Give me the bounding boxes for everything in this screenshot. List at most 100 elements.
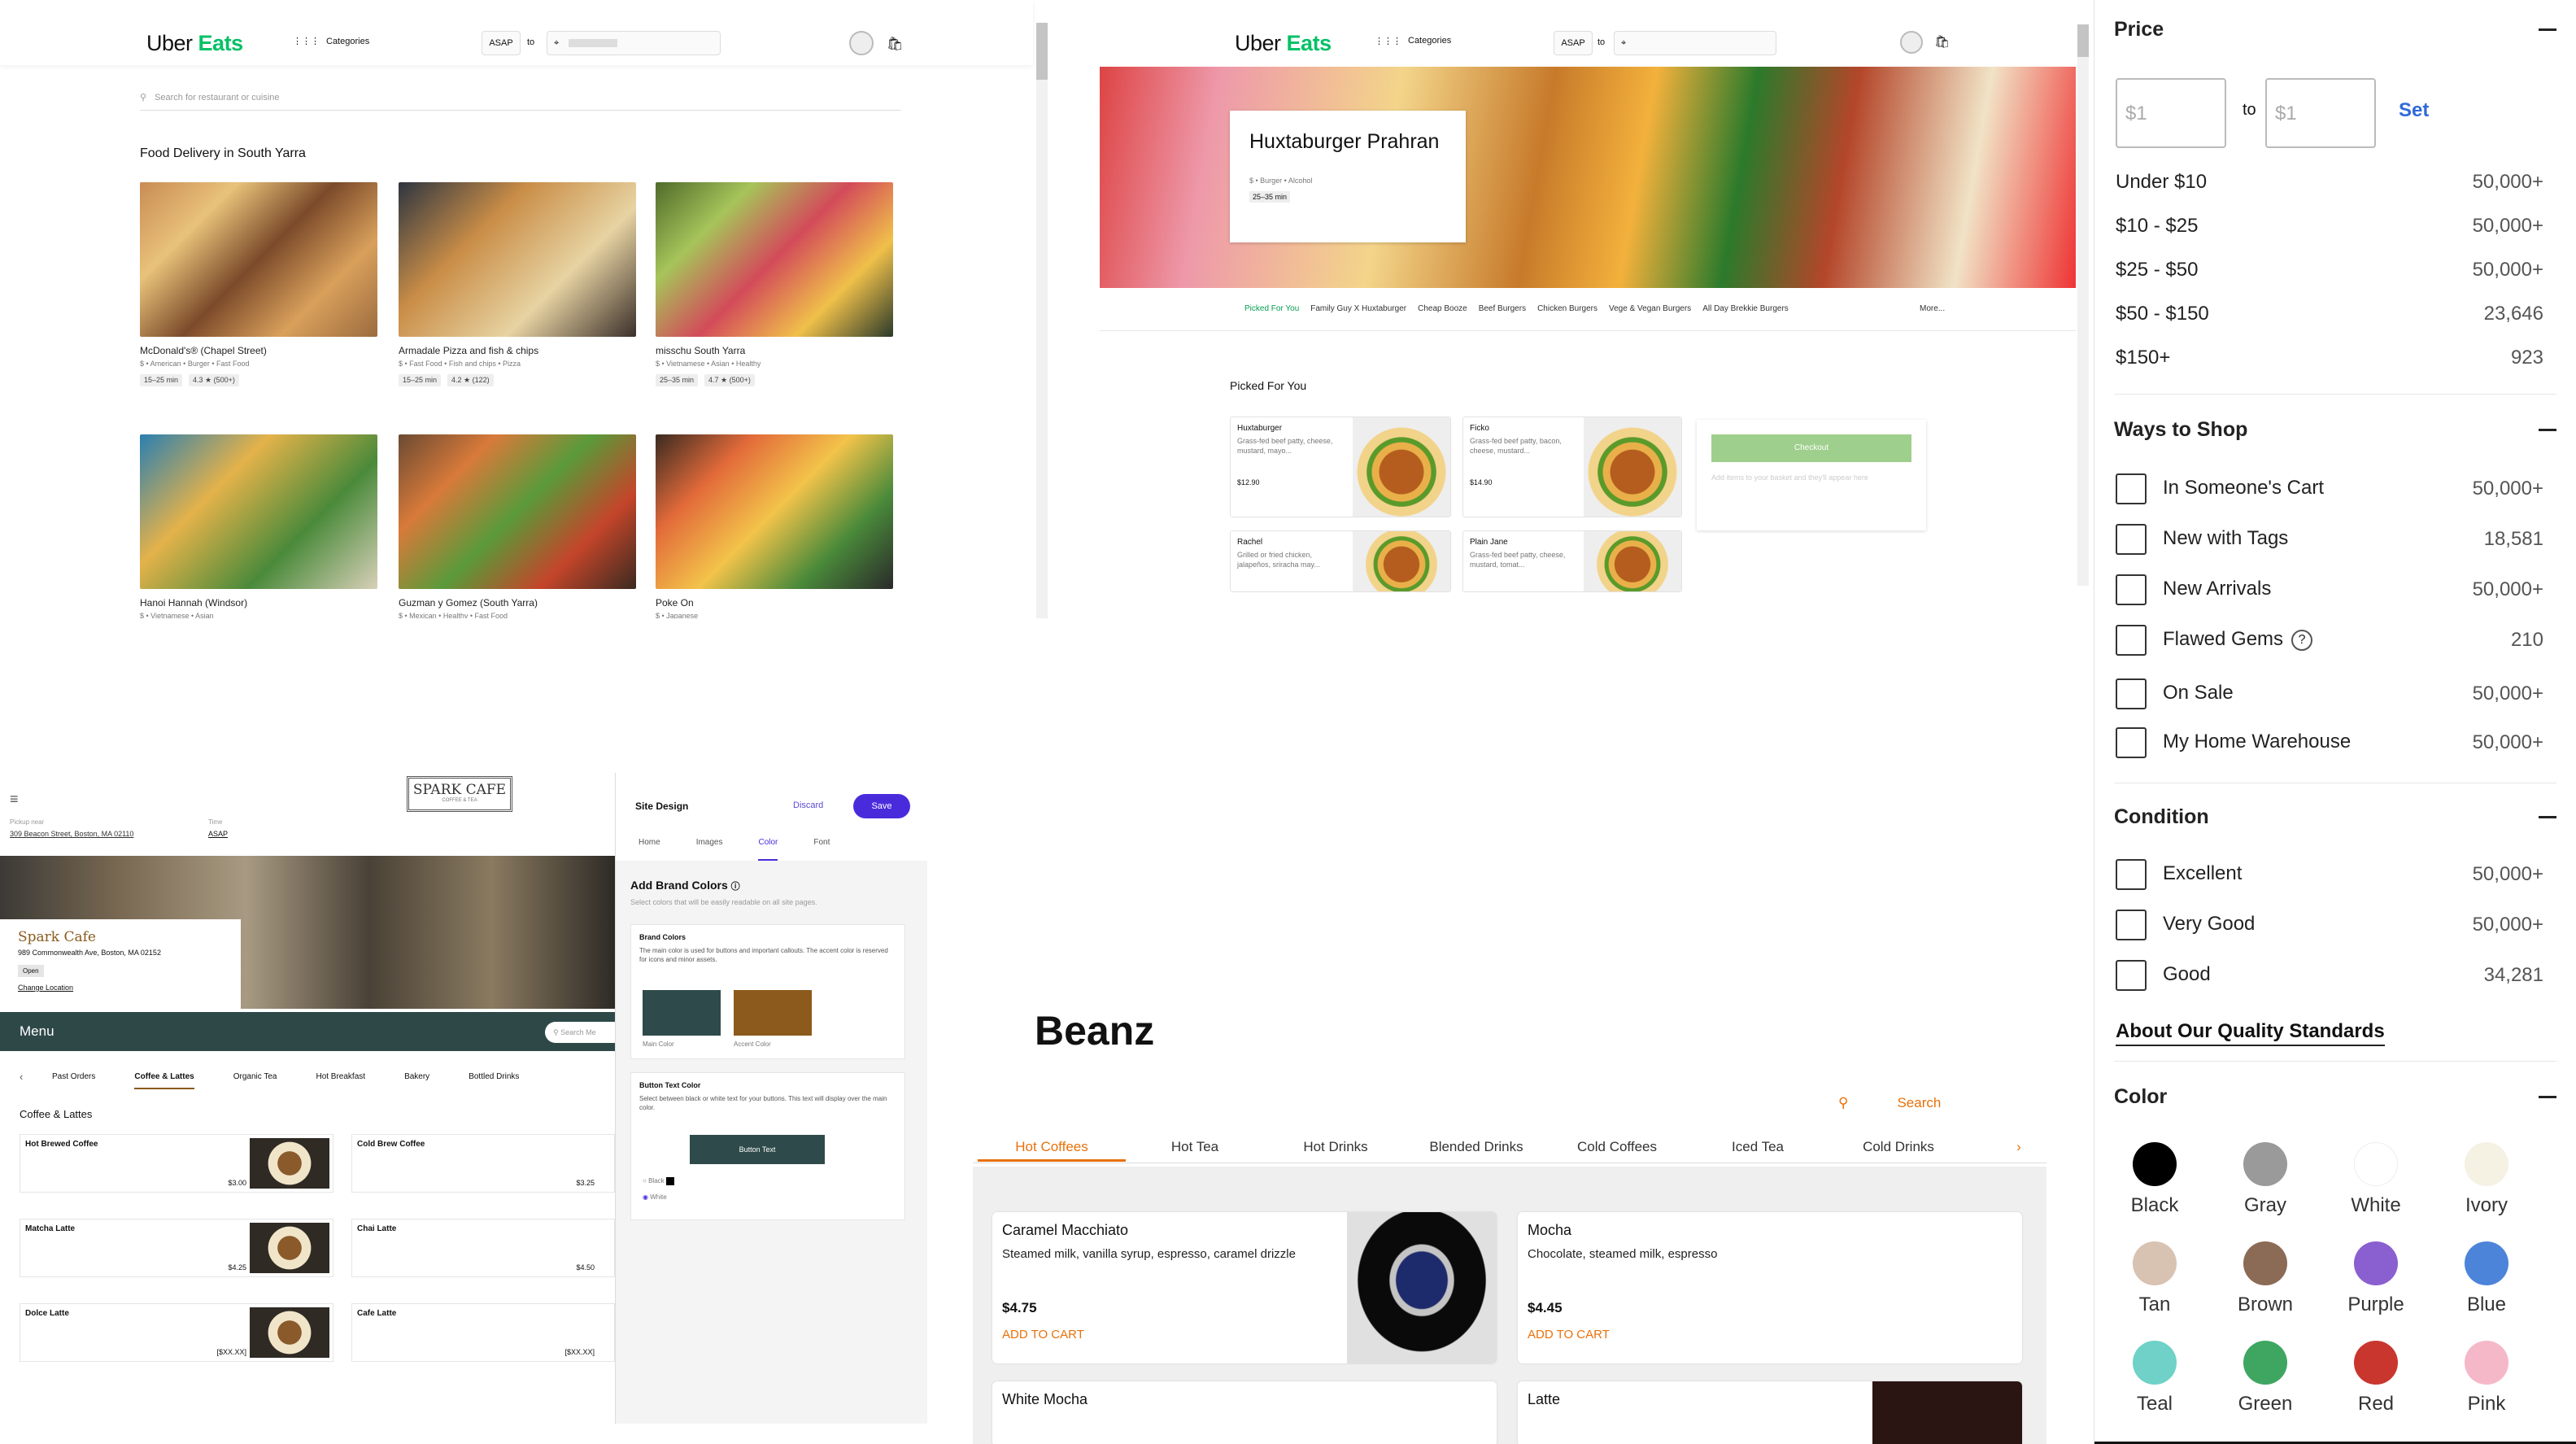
tab-beef-burgers[interactable]: Beef Burgers	[1479, 304, 1526, 313]
restaurant-card[interactable]: Armadale Pizza and fish & chips $ • Fast…	[399, 182, 636, 386]
condition-option[interactable]: Good 34,281	[2116, 960, 2543, 991]
menu-item[interactable]: Cafe Latte [$XX.XX]	[351, 1303, 615, 1362]
tab-home[interactable]: Home	[639, 838, 660, 861]
price-option[interactable]: $10 - $25 50,000+	[2116, 215, 2543, 238]
checkbox[interactable]	[2116, 524, 2147, 555]
tab-color[interactable]: Color	[758, 838, 778, 861]
ubereats-logo[interactable]: Uber Eats	[146, 31, 243, 56]
restaurant-search[interactable]: ⚲ Search for restaurant or cuisine	[140, 85, 901, 111]
scrollbar[interactable]	[1036, 23, 1048, 618]
categories-menu[interactable]: ⋮⋮⋮ Categories	[1375, 36, 1451, 46]
menu-item[interactable]: Hot Brewed Coffee $3.00	[20, 1134, 333, 1193]
max-price-input[interactable]: $1	[2265, 78, 2376, 148]
tab-font[interactable]: Font	[813, 838, 830, 861]
ways-option[interactable]: Flawed Gems? 210	[2116, 625, 2543, 656]
color-swatch-gray[interactable]: Gray	[2226, 1142, 2304, 1217]
radio-selected[interactable]: ◉	[643, 1193, 648, 1201]
checkbox[interactable]	[2116, 859, 2147, 890]
search-bar[interactable]: ⚲ Search	[1838, 1095, 1941, 1111]
accent-color-swatch[interactable]	[734, 990, 812, 1036]
tab-vege-vegan[interactable]: Vege & Vegan Burgers	[1609, 304, 1691, 313]
asap-selector[interactable]: ASAP	[1554, 31, 1593, 55]
more-tabs-button[interactable]: More...	[1920, 304, 1945, 313]
menu-item-card[interactable]: Huxtaburger Grass-fed beef patty, cheese,…	[1230, 417, 1451, 517]
help-icon[interactable]: ?	[2291, 630, 2313, 651]
save-button[interactable]: Save	[853, 794, 910, 818]
white-option[interactable]: ◉ White	[643, 1193, 667, 1201]
chevron-right-icon[interactable]: ›	[2011, 1132, 2027, 1162]
add-to-cart-button[interactable]: ADD TO CART	[1528, 1328, 1610, 1341]
cart-icon[interactable]: 🛍	[887, 36, 903, 52]
color-swatch-ivory[interactable]: Ivory	[2447, 1142, 2526, 1217]
tab-cold-drinks[interactable]: Cold Drinks	[1827, 1132, 1970, 1162]
address-input[interactable]: ⌖	[1614, 31, 1776, 55]
price-header[interactable]: Price	[2114, 18, 2556, 41]
ubereats-logo[interactable]: Uber Eats	[1235, 31, 1332, 56]
restaurant-card[interactable]: misschu South Yarra $ • Vietnamese • Asi…	[656, 182, 893, 386]
color-swatch-brown[interactable]: Brown	[2226, 1241, 2304, 1316]
tab-images[interactable]: Images	[696, 838, 723, 861]
time-value[interactable]: ASAP	[208, 830, 228, 838]
ways-header[interactable]: Ways to Shop	[2114, 418, 2556, 442]
main-color-swatch[interactable]	[643, 990, 721, 1036]
checkbox[interactable]	[2116, 574, 2147, 605]
color-swatch-blue[interactable]: Blue	[2447, 1241, 2526, 1316]
collapse-icon[interactable]	[2539, 28, 2556, 31]
change-location-link[interactable]: Change Location	[18, 984, 223, 992]
tab-hot-tea[interactable]: Hot Tea	[1126, 1132, 1264, 1162]
info-icon[interactable]: ⓘ	[731, 882, 740, 892]
ways-option[interactable]: New Arrivals 50,000+	[2116, 574, 2543, 605]
menu-card[interactable]: Caramel Macchiato Steamed milk, vanilla …	[992, 1212, 1497, 1363]
checkbox[interactable]	[2116, 473, 2147, 504]
ways-option[interactable]: In Someone's Cart 50,000+	[2116, 473, 2543, 504]
menu-card[interactable]: White Mocha	[992, 1381, 1497, 1444]
menu-item-card[interactable]: Plain Jane Grass-fed beef patty, cheese, …	[1462, 530, 1682, 592]
color-swatch-teal[interactable]: Teal	[2116, 1341, 2194, 1416]
color-swatch-purple[interactable]: Purple	[2337, 1241, 2415, 1316]
hamburger-menu-icon[interactable]: ≡	[10, 791, 19, 808]
tab-bottled-drinks[interactable]: Bottled Drinks	[469, 1072, 519, 1089]
avatar[interactable]	[1900, 31, 1923, 54]
min-price-input[interactable]: $1	[2116, 78, 2226, 148]
tab-chicken-burgers[interactable]: Chicken Burgers	[1537, 304, 1597, 313]
tab-organic-tea[interactable]: Organic Tea	[233, 1072, 277, 1089]
tab-cheap-booze[interactable]: Cheap Booze	[1418, 304, 1467, 313]
menu-item-card[interactable]: Rachel Grilled or fried chicken, jalapeño…	[1230, 530, 1451, 592]
collapse-icon[interactable]	[2539, 816, 2556, 818]
checkbox[interactable]	[2116, 960, 2147, 991]
checkbox[interactable]	[2116, 625, 2147, 656]
color-swatch-pink[interactable]: Pink	[2447, 1341, 2526, 1416]
ways-option[interactable]: My Home Warehouse 50,000+	[2116, 727, 2543, 758]
add-to-cart-button[interactable]: ADD TO CART	[1002, 1328, 1084, 1341]
radio-unselected[interactable]: ○	[643, 1177, 647, 1184]
color-swatch-black[interactable]: Black	[2116, 1142, 2194, 1217]
set-price-button[interactable]: Set	[2399, 99, 2429, 122]
collapse-icon[interactable]	[2539, 1096, 2556, 1098]
restaurant-card[interactable]: Guzman y Gomez (South Yarra) $ • Mexican…	[399, 434, 636, 618]
categories-menu[interactable]: ⋮⋮⋮ Categories	[293, 36, 369, 47]
tab-iced-tea[interactable]: Iced Tea	[1689, 1132, 1827, 1162]
tab-family-guy[interactable]: Family Guy X Huxtaburger	[1310, 304, 1406, 313]
tab-coffee-lattes[interactable]: Coffee & Lattes	[134, 1072, 194, 1089]
tab-blended-drinks[interactable]: Blended Drinks	[1407, 1132, 1545, 1162]
cart-icon[interactable]: 🛍	[1934, 34, 1950, 49]
color-swatch-tan[interactable]: Tan	[2116, 1241, 2194, 1316]
tab-bakery[interactable]: Bakery	[404, 1072, 429, 1089]
menu-card[interactable]: Mocha Chocolate, steamed milk, espresso …	[1518, 1212, 2022, 1363]
tabs-back-icon[interactable]: ‹	[20, 1071, 23, 1083]
black-option[interactable]: ○ Black	[643, 1177, 674, 1185]
tab-hot-coffees[interactable]: Hot Coffees	[978, 1132, 1126, 1162]
asap-selector[interactable]: ASAP	[482, 31, 521, 55]
checkbox[interactable]	[2116, 678, 2147, 709]
spark-cafe-logo[interactable]: SPARK CAFE COFFEE & TEA	[407, 776, 512, 812]
tab-picked-for-you[interactable]: Picked For You	[1244, 304, 1299, 313]
condition-option[interactable]: Very Good 50,000+	[2116, 910, 2543, 940]
price-option[interactable]: Under $10 50,000+	[2116, 171, 2543, 194]
condition-header[interactable]: Condition	[2114, 805, 2556, 829]
color-swatch-white[interactable]: White	[2337, 1142, 2415, 1217]
ways-option[interactable]: New with Tags 18,581	[2116, 524, 2543, 555]
checkout-button[interactable]: Checkout	[1711, 434, 1911, 462]
checkbox[interactable]	[2116, 910, 2147, 940]
ways-option[interactable]: On Sale 50,000+	[2116, 678, 2543, 709]
tab-hot-drinks[interactable]: Hot Drinks	[1264, 1132, 1407, 1162]
